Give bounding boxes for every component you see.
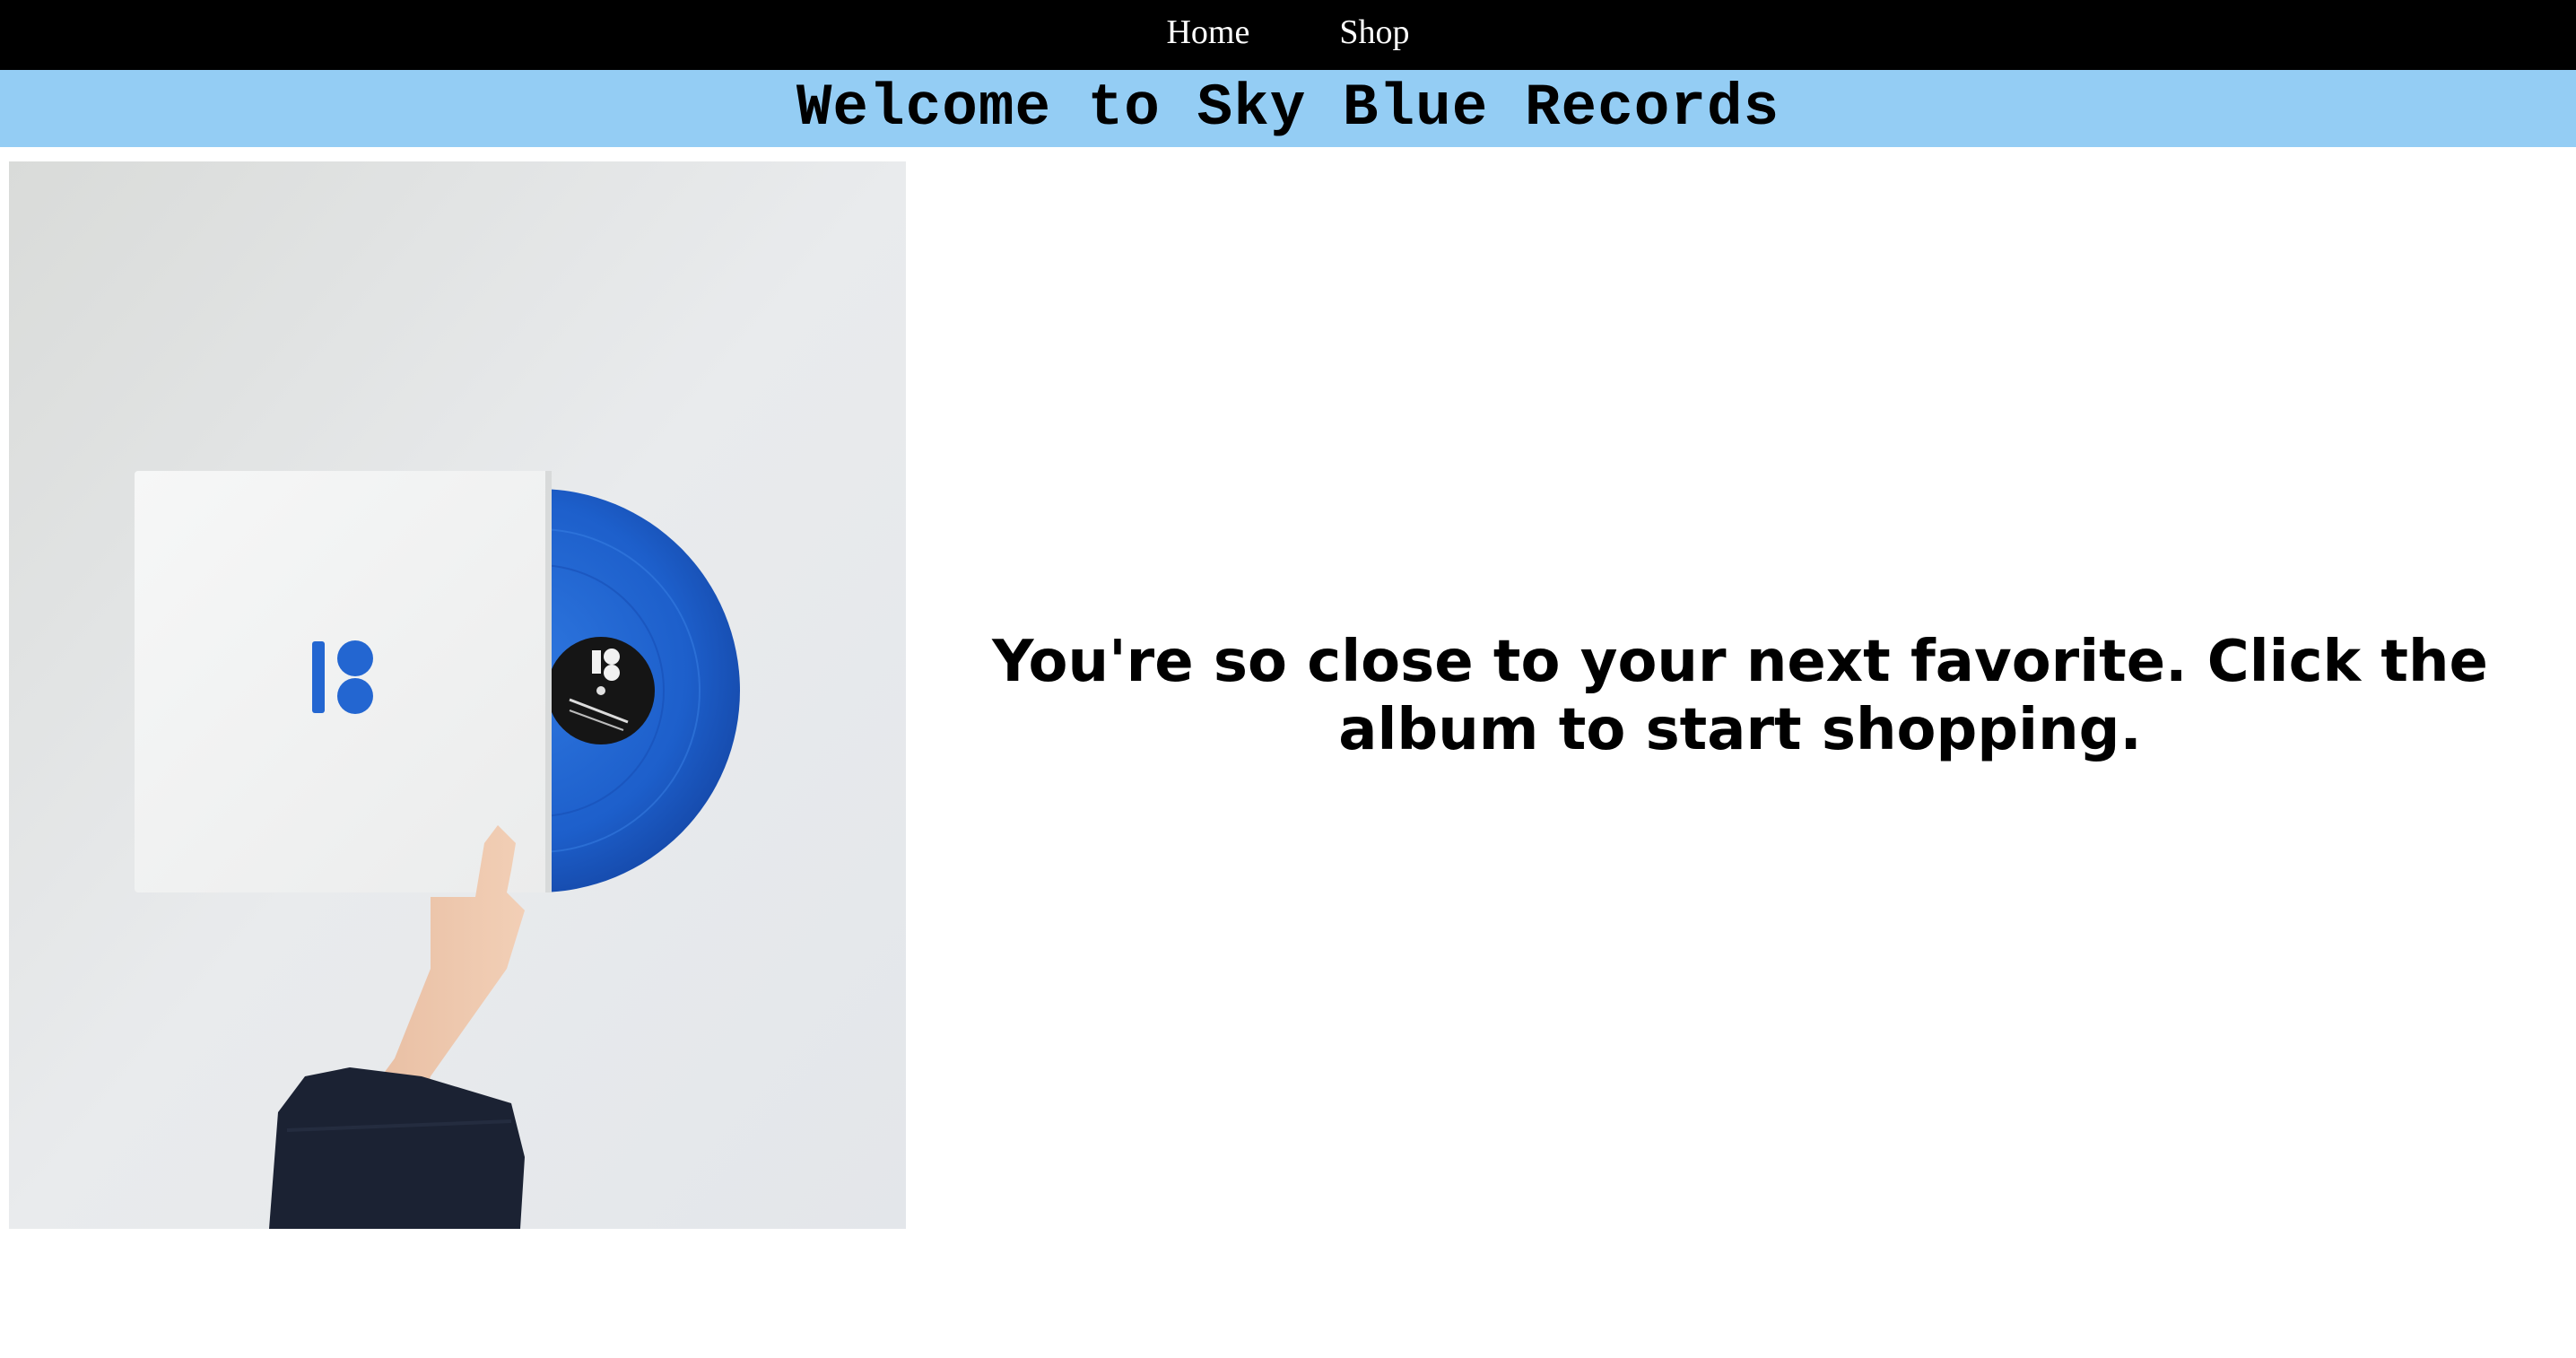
vinyl-album-photo xyxy=(9,161,906,1229)
page-title: Welcome to Sky Blue Records xyxy=(796,74,1780,142)
nav-link-shop[interactable]: Shop xyxy=(1339,15,1409,49)
welcome-banner: Welcome to Sky Blue Records xyxy=(0,70,2576,147)
promo-message: You're so close to your next favorite. C… xyxy=(992,629,2488,763)
album-image-link[interactable] xyxy=(9,161,906,1229)
nav-link-home[interactable]: Home xyxy=(1166,15,1249,49)
top-navbar: Home Shop xyxy=(0,0,2576,70)
